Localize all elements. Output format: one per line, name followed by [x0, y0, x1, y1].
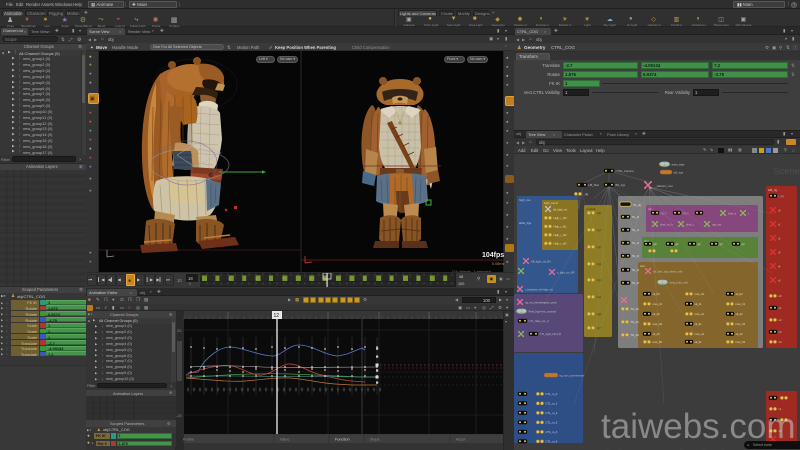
svg-text:60: 60 — [336, 277, 340, 281]
svg-text:rig3: rig3 — [597, 262, 602, 266]
svg-text:TG_r1: TG_r1 — [632, 228, 640, 232]
svg-text:High_r_bl2: High_r_bl2 — [554, 233, 568, 237]
svg-text:TG_b2: TG_b2 — [631, 333, 640, 337]
svg-text:sk_42: sk_42 — [736, 332, 744, 336]
svg-text:rig_n: rig_n — [661, 211, 667, 215]
svg-text:sk_11: sk_11 — [695, 302, 702, 306]
svg-text:TG_r5: TG_r5 — [632, 281, 640, 285]
svg-text:sk_20: sk_20 — [653, 312, 661, 316]
svg-text:30: 30 — [255, 277, 259, 281]
svg-text:CTL_light_bind_B: CTL_light_bind_B — [540, 332, 562, 336]
svg-text:_rig: _rig — [583, 192, 589, 196]
svg-text:TG_b1: TG_b1 — [631, 320, 640, 324]
svg-text:Frame: Frame — [183, 438, 194, 442]
svg-text:CTL_m_1: CTL_m_1 — [546, 402, 558, 406]
svg-text:c1: c1 — [779, 306, 782, 310]
svg-text:c3: c3 — [779, 330, 782, 334]
svg-text:HB_rig: HB_rig — [768, 188, 778, 192]
svg-text:s_light_vis_BF: s_light_vis_BF — [557, 270, 575, 274]
svg-text:Real_high-res_controls: Real_high-res_controls — [529, 309, 557, 313]
svg-text:rig1: rig1 — [597, 228, 602, 232]
svg-text:bind_c: bind_c — [686, 222, 695, 226]
svg-text:90: 90 — [417, 277, 421, 281]
svg-text:HB_Skel: HB_Skel — [589, 183, 600, 187]
svg-text:CTL_m_3: CTL_m_3 — [546, 421, 558, 425]
svg-text:CTL_m_4: CTL_m_4 — [546, 430, 558, 434]
svg-text:o2: o2 — [779, 318, 782, 322]
svg-text:High_r_bl0: High_r_bl0 — [554, 216, 568, 220]
svg-text:CTL_fake_res_vi: CTL_fake_res_vi — [529, 319, 550, 323]
svg-text:g1: g1 — [676, 242, 679, 246]
svg-text:g2: g2 — [698, 242, 701, 246]
svg-text:sk_31: sk_31 — [695, 322, 703, 326]
svg-text:sk_22: sk_22 — [736, 312, 744, 316]
svg-text:AB_light_vis_BA: AB_light_vis_BA — [531, 259, 551, 263]
svg-text:High_blend: High_blend — [544, 201, 559, 205]
svg-text:CTL_m_2: CTL_m_2 — [546, 411, 558, 415]
svg-text:High_r_bl1: High_r_bl1 — [554, 225, 568, 229]
svg-text:g4: g4 — [742, 242, 745, 246]
svg-text:Function: Function — [335, 438, 350, 442]
svg-text:TG_r4: TG_r4 — [632, 268, 640, 272]
svg-text:high_res: high_res — [519, 198, 531, 202]
svg-text:Slope: Slope — [370, 438, 380, 442]
svg-text:TK_rig: TK_rig — [633, 203, 641, 207]
svg-text:_skeleton_root: _skeleton_root — [654, 184, 673, 188]
svg-text:40: 40 — [282, 277, 286, 281]
svg-text:sk_51: sk_51 — [695, 340, 703, 344]
svg-text:rigs_vol: rigs_vol — [712, 222, 722, 226]
svg-text:TG_r2: TG_r2 — [632, 241, 640, 245]
svg-text:rig_vis_blendshapes_point: rig_vis_blendshapes_point — [525, 300, 557, 304]
svg-text:CTL_m_0: CTL_m_0 — [546, 392, 558, 396]
svg-text:CTRL_Camera: CTRL_Camera — [616, 169, 635, 173]
svg-text:mus_21: mus_21 — [695, 312, 705, 316]
svg-text:TG_b0: TG_b0 — [631, 307, 640, 311]
svg-text:l_rig: l_rig — [778, 194, 784, 198]
svg-text:artist_rigs: artist_rigs — [519, 221, 532, 225]
svg-text:mus_12: mus_12 — [736, 302, 746, 306]
svg-text:def_rigs: def_rigs — [674, 170, 684, 174]
svg-text:TG_r3: TG_r3 — [632, 254, 640, 258]
svg-text:80: 80 — [390, 277, 394, 281]
svg-text:vis: vis — [648, 207, 652, 211]
svg-text:mus_52: mus_52 — [736, 340, 746, 344]
svg-text:Accel: Accel — [456, 438, 465, 442]
svg-text:rig_non_commercial: rig_non_commercial — [560, 373, 585, 377]
svg-text:t_behavior-ctrl-high_vis: t_behavior-ctrl-high_vis — [525, 287, 554, 291]
svg-text:skin: skin — [640, 264, 645, 268]
svg-text:mus_32: mus_32 — [736, 322, 746, 326]
svg-text:rig0: rig0 — [597, 211, 602, 215]
svg-text:mus_01: mus_01 — [695, 292, 705, 296]
svg-text:g3: g3 — [720, 242, 723, 246]
svg-text:sk_02: sk_02 — [736, 292, 744, 296]
svg-text:12: 12 — [274, 313, 280, 319]
svg-text:bd_skin_rigs_blend_vols: bd_skin_rigs_blend_vols — [653, 269, 683, 273]
svg-text:o0: o0 — [779, 294, 782, 298]
svg-text:artist_state: artist_state — [672, 162, 686, 166]
svg-text:c8_high_vis: c8_high_vis — [553, 207, 568, 211]
svg-text:Scene: Scene — [773, 166, 800, 177]
svg-text:mus_10: mus_10 — [653, 302, 663, 306]
svg-text:bind_a: bind_a — [728, 211, 737, 215]
svg-text:mus_50: mus_50 — [653, 340, 663, 344]
svg-text:70: 70 — [363, 277, 367, 281]
svg-text:-20: -20 — [176, 413, 183, 418]
svg-text:Value: Value — [280, 438, 289, 442]
svg-text:mus_30: mus_30 — [653, 322, 663, 326]
svg-text:50: 50 — [309, 277, 313, 281]
svg-text:bind_vis_b: bind_vis_b — [660, 222, 673, 226]
svg-text:High_r_bl3: High_r_bl3 — [554, 242, 568, 246]
svg-text:20: 20 — [228, 277, 232, 281]
svg-text:BD_rigs: BD_rigs — [616, 183, 626, 187]
svg-text:CTL_m_5: CTL_m_5 — [546, 440, 558, 444]
svg-text:o4: o4 — [779, 340, 782, 344]
svg-text:20: 20 — [177, 328, 182, 333]
svg-text:g0: g0 — [654, 242, 657, 246]
svg-text:wing_bold_vols: wing_bold_vols — [670, 280, 689, 284]
svg-text:mus_41: mus_41 — [695, 332, 705, 336]
